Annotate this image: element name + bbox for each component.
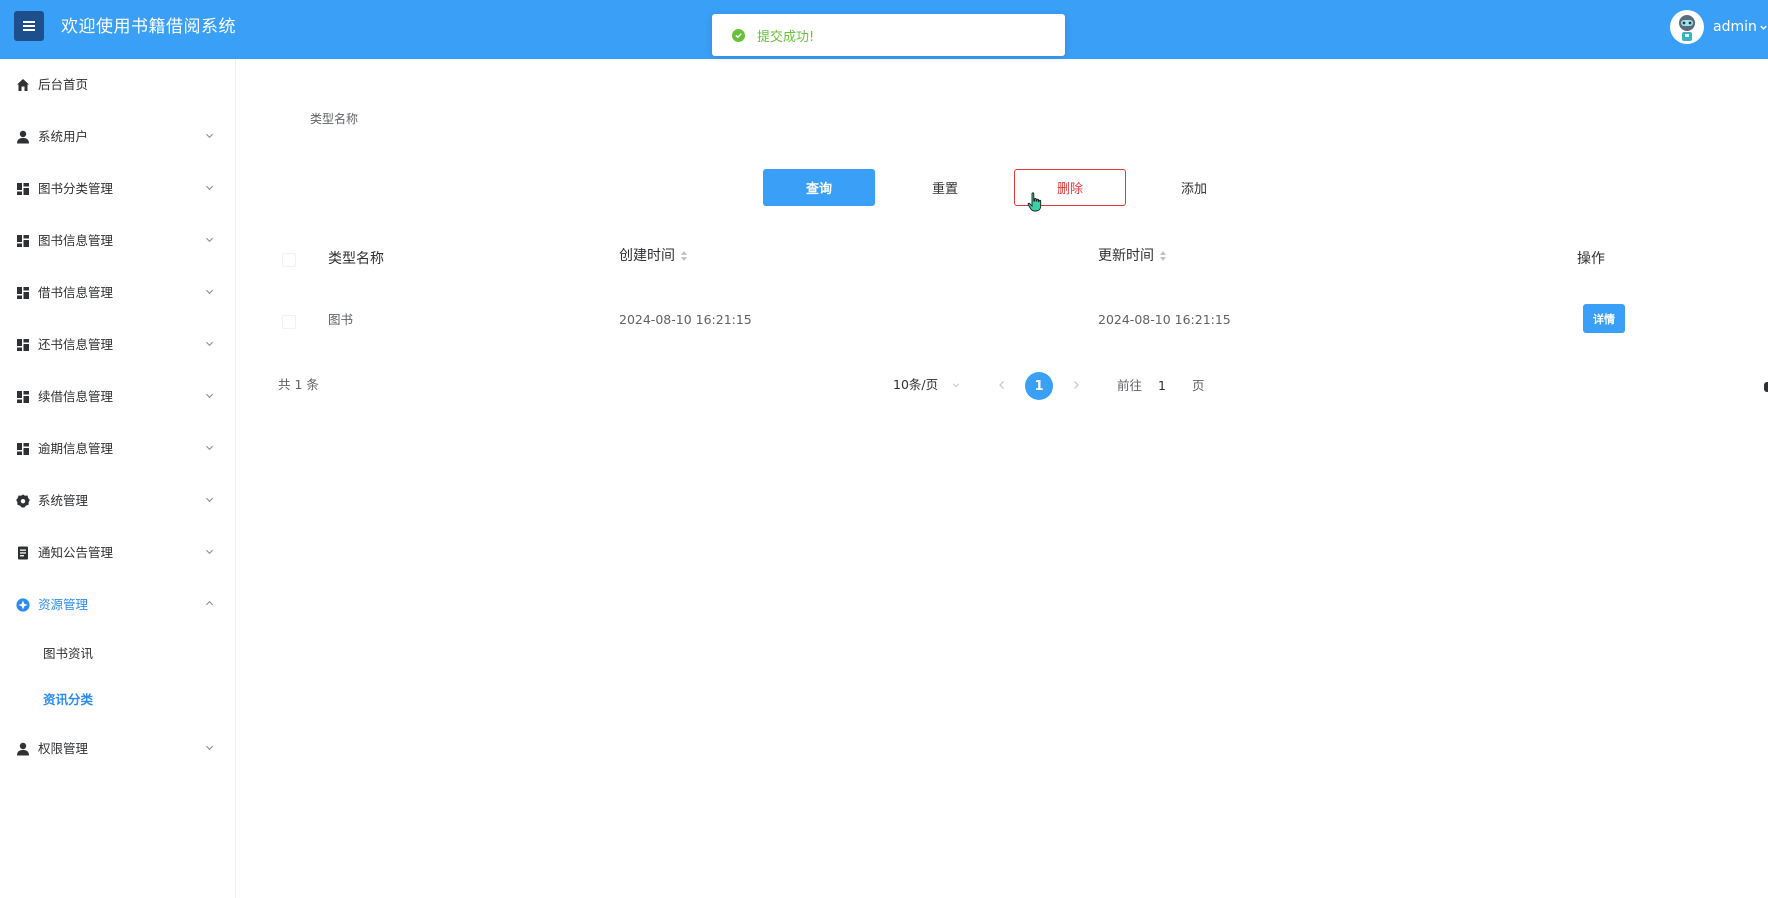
resource-icon [16,598,30,612]
sidebar-item-label: 续借信息管理 [38,389,114,404]
column-header-created[interactable]: 创建时间 [619,247,688,265]
column-header-label: 类型名称 [328,251,384,267]
column-header-updated[interactable]: 更新时间 [1098,247,1167,265]
sidebar-item-renew-info[interactable]: 续借信息管理 [0,377,236,417]
sidebar-item-label: 权限管理 [38,741,89,756]
sidebar-item-label: 通知公告管理 [38,545,114,560]
column-header-type-name: 类型名称 [328,250,384,268]
chevron-down-icon [1760,25,1767,30]
sidebar: 后台首页 系统用户 图书分类管理 图书信息管理 借书信息管理 还书信息管理 续借… [0,59,236,898]
chevron-down-icon [205,393,214,399]
sidebar-subitem-label: 资讯分类 [43,692,94,707]
document-icon [18,546,28,560]
chevron-down-icon [205,445,214,451]
cell-updated: 2024-08-10 16:21:15 [1098,312,1231,327]
sort-icon[interactable] [681,251,688,261]
sidebar-subitem-news-category[interactable]: 资讯分类 [0,682,236,718]
app-title: 欢迎使用书籍借阅系统 [61,17,236,37]
grid-icon [17,235,29,247]
query-button[interactable]: 查询 [763,169,875,206]
chevron-down-icon [205,133,214,139]
page-number-current[interactable]: 1 [1025,372,1053,400]
sidebar-item-borrow-info[interactable]: 借书信息管理 [0,273,236,313]
sidebar-subitem-book-news[interactable]: 图书资讯 [0,636,236,672]
sidebar-item-label: 还书信息管理 [38,337,114,352]
sidebar-item-label: 资源管理 [38,597,89,612]
goto-page-input[interactable] [1148,371,1176,399]
hamburger-icon [23,21,35,31]
sidebar-item-system-manage[interactable]: 系统管理 [0,481,236,521]
sidebar-item-notice-manage[interactable]: 通知公告管理 [0,533,236,573]
goto-prefix: 前往 [1117,378,1143,393]
cell-created: 2024-08-10 16:21:15 [619,312,752,327]
detail-button[interactable]: 详情 [1583,304,1625,333]
main-content: 类型名称 查询 重置 删除 添加 类型名称 创建时间 更新时间 操作 图书 20… [236,59,1768,898]
type-name-label: 类型名称 [310,112,359,126]
grid-icon [17,183,29,195]
chevron-down-icon [205,549,214,555]
sidebar-item-return-info[interactable]: 还书信息管理 [0,325,236,365]
goto-suffix: 页 [1192,378,1205,393]
reset-button[interactable]: 重置 [889,169,1001,206]
chevron-down-icon [205,745,214,751]
gear-icon [16,494,30,508]
sidebar-item-book-category[interactable]: 图书分类管理 [0,169,236,209]
hand-cursor-icon [1027,192,1042,212]
chevron-down-icon [205,185,214,191]
column-header-label: 创建时间 [619,248,675,264]
add-button[interactable]: 添加 [1138,169,1250,206]
sidebar-item-label: 逾期信息管理 [38,441,114,456]
edge-widget[interactable] [1764,382,1768,392]
prev-page-icon[interactable] [997,380,1007,390]
username: admin [1713,19,1757,35]
sidebar-item-label: 图书分类管理 [38,181,114,196]
grid-icon [17,391,29,403]
sidebar-item-label: 系统管理 [38,493,89,508]
sort-icon[interactable] [1160,251,1167,261]
chevron-down-icon [205,237,214,243]
avatar[interactable] [1670,10,1704,44]
menu-toggle-button[interactable] [14,11,44,41]
success-toast: 提交成功! [712,14,1065,56]
chevron-down-icon [205,341,214,347]
cell-type-name: 图书 [328,312,354,327]
chevron-down-icon [952,383,960,388]
grid-icon [17,339,29,351]
sidebar-item-label: 借书信息管理 [38,285,114,300]
column-header-label: 更新时间 [1098,248,1154,264]
pagination-total: 共 1 条 [278,377,319,392]
sidebar-item-label: 系统用户 [38,129,89,144]
next-page-icon[interactable] [1071,380,1081,390]
page-size-select[interactable]: 10条/页 [893,377,960,393]
column-header-actions: 操作 [1577,250,1605,268]
sidebar-item-label: 图书信息管理 [38,233,114,248]
chevron-down-icon [205,289,214,295]
sidebar-item-book-info[interactable]: 图书信息管理 [0,221,236,261]
sidebar-subitem-label: 图书资讯 [43,646,94,661]
user-icon [17,742,29,756]
grid-icon [17,287,29,299]
toast-message: 提交成功! [757,29,815,45]
sidebar-item-home[interactable]: 后台首页 [0,65,236,105]
user-icon [17,130,29,144]
page-size-value: 10条/页 [893,377,939,392]
home-icon [17,79,29,91]
user-menu[interactable]: admin [1713,18,1768,36]
sidebar-item-label: 后台首页 [38,77,89,92]
sidebar-item-permission-manage[interactable]: 权限管理 [0,729,236,769]
check-circle-icon [732,28,745,42]
chevron-up-icon [205,600,214,606]
column-header-label: 操作 [1577,251,1605,267]
grid-icon [17,443,29,455]
chevron-down-icon [205,497,214,503]
select-all-checkbox[interactable] [282,253,296,267]
sidebar-item-system-users[interactable]: 系统用户 [0,117,236,157]
row-checkbox[interactable] [282,315,296,329]
sidebar-item-resource-manage[interactable]: 资源管理 [0,585,236,625]
sidebar-item-overdue-info[interactable]: 逾期信息管理 [0,429,236,469]
robot-avatar-icon [1679,15,1695,41]
